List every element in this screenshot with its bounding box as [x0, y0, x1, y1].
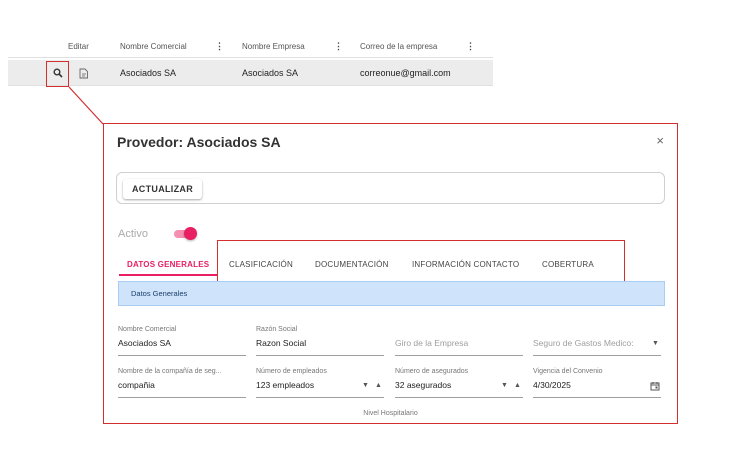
giro-field[interactable]: Giro de la Empresa — [395, 326, 523, 356]
section-header: Datos Generales — [118, 281, 665, 306]
razon-social-field[interactable]: Razón Social Razon Social — [256, 326, 384, 356]
razon-social-label: Razón Social — [256, 326, 298, 333]
search-highlight-box — [46, 61, 69, 87]
asegurados-label: Número de asegurados — [395, 368, 469, 375]
asegurados-stepper[interactable]: Número de asegurados 32 asegurados ▼ ▲ — [395, 368, 523, 398]
grid-header: Editar Nombre Comercial ⋮ Nombre Empresa… — [8, 36, 493, 58]
decrement-icon[interactable]: ▼ — [362, 382, 369, 389]
close-icon[interactable]: × — [656, 133, 664, 148]
column-header-nombre-comercial[interactable]: Nombre Comercial — [120, 42, 187, 51]
nombre-comercial-label: Nombre Comercial — [118, 326, 177, 333]
vigencia-value: 4/30/2025 — [533, 380, 571, 390]
active-tab-indicator — [119, 274, 218, 276]
empleados-stepper[interactable]: Número de empleados 123 empleados ▼ ▲ — [256, 368, 384, 398]
table-row[interactable]: Asociados SA Asociados SA correonue@gmai… — [8, 60, 493, 86]
seguro-placeholder: Seguro de Gastos Medico: — [533, 338, 634, 348]
dropdown-arrow-icon[interactable]: ▼ — [652, 340, 659, 347]
decrement-icon[interactable]: ▼ — [501, 382, 508, 389]
seguro-select[interactable]: Seguro de Gastos Medico: ▼ — [533, 326, 661, 356]
cell-nombre-empresa: Asociados SA — [242, 68, 299, 78]
compania-field[interactable]: Nombre de la compañía de seg... compañia — [118, 368, 246, 398]
provider-dialog: Provedor: Asociados SA × ACTUALIZAR Acti… — [103, 123, 678, 424]
nombre-comercial-field[interactable]: Nombre Comercial Asociados SA — [118, 326, 246, 356]
active-toggle-knob[interactable] — [184, 227, 197, 240]
column-header-editar: Editar — [68, 42, 89, 51]
increment-icon[interactable]: ▲ — [514, 382, 521, 389]
column-menu-icon[interactable]: ⋮ — [334, 41, 343, 52]
tabs-highlight-box — [217, 240, 625, 287]
increment-icon[interactable]: ▲ — [375, 382, 382, 389]
nombre-comercial-value: Asociados SA — [118, 338, 171, 348]
section-title: Datos Generales — [131, 289, 188, 298]
vigencia-label: Vigencia del Convenio — [533, 368, 603, 375]
cell-correo: correonue@gmail.com — [360, 68, 451, 78]
cell-nombre-comercial: Asociados SA — [120, 68, 177, 78]
giro-placeholder: Giro de la Empresa — [395, 338, 469, 348]
nivel-hospitalario-label: Nivel Hospitalario — [363, 410, 418, 417]
column-header-correo[interactable]: Correo de la empresa — [360, 42, 437, 51]
active-label: Activo — [118, 228, 148, 240]
vigencia-datepicker[interactable]: Vigencia del Convenio 4/30/2025 — [533, 368, 661, 398]
column-menu-icon[interactable]: ⋮ — [215, 41, 224, 52]
dialog-toolbar: ACTUALIZAR — [116, 172, 665, 204]
compania-label: Nombre de la compañía de seg... — [118, 368, 222, 375]
razon-social-value: Razon Social — [256, 338, 307, 348]
dialog-title: Provedor: Asociados SA — [117, 134, 281, 150]
update-button[interactable]: ACTUALIZAR — [123, 179, 202, 199]
compania-value: compañia — [118, 380, 155, 390]
empleados-label: Número de empleados — [256, 368, 327, 375]
column-menu-icon[interactable]: ⋮ — [466, 41, 475, 52]
column-header-nombre-empresa[interactable]: Nombre Empresa — [242, 42, 305, 51]
calendar-icon[interactable] — [650, 378, 660, 396]
edit-document-icon[interactable] — [78, 67, 90, 79]
tab-datos-generales[interactable]: DATOS GENERALES — [127, 260, 209, 269]
